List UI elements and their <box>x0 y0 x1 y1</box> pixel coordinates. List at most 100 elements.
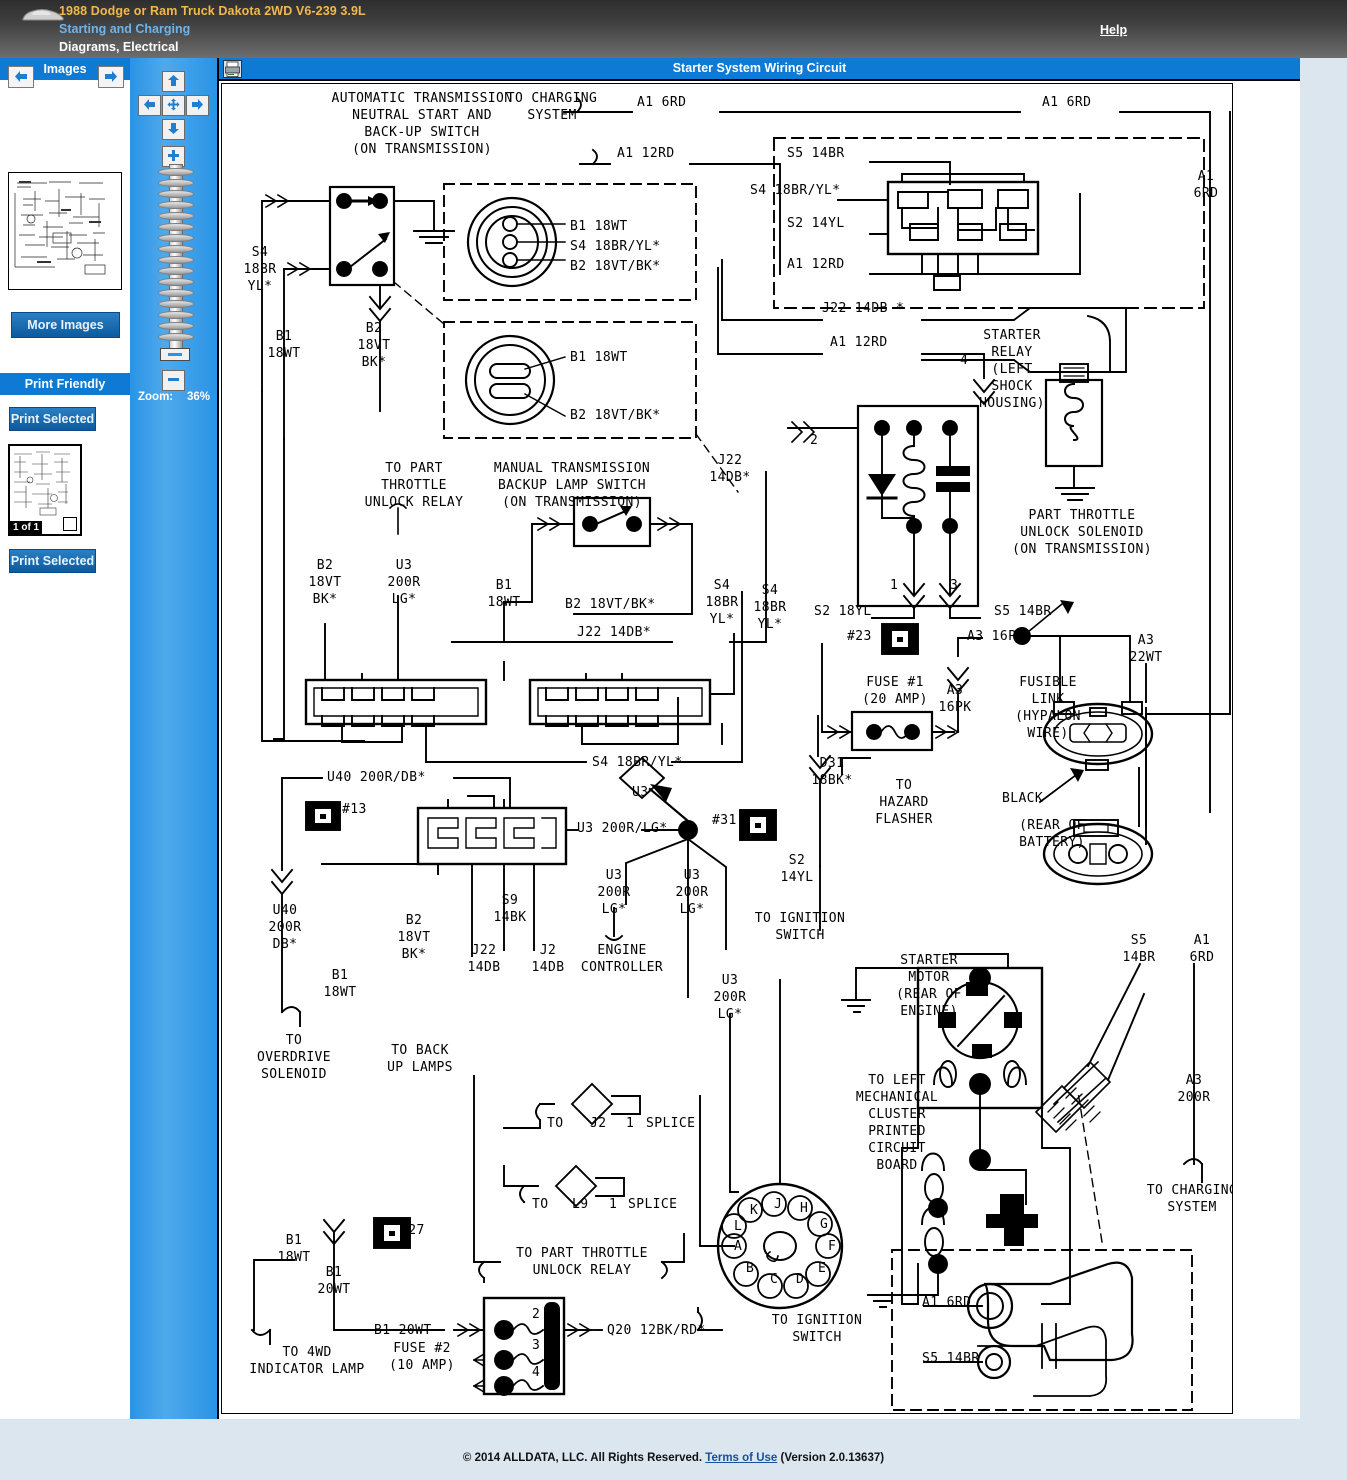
ground-27: #27 <box>400 1223 425 1238</box>
svg-text:TO CHARGING: TO CHARGING <box>1147 1183 1232 1198</box>
s2-14yl-relay-box: S2 14YL <box>787 216 845 231</box>
svg-text:ENGINE: ENGINE <box>597 943 646 958</box>
svg-text:TO: TO <box>286 1033 302 1048</box>
svg-text:B2 18VT/BK*: B2 18VT/BK* <box>570 408 661 423</box>
svg-text:B1: B1 <box>332 968 348 983</box>
copyright-text: © 2014 ALLDATA, LLC. All Rights Reserved… <box>463 1452 702 1464</box>
svg-text:A1: A1 <box>1198 169 1214 184</box>
svg-text:U3: U3 <box>684 868 700 883</box>
help-link[interactable]: Help <box>1100 23 1127 37</box>
svg-text:S2 18YL: S2 18YL <box>814 604 872 619</box>
relay-pin-4: 4 <box>960 353 968 368</box>
svg-text:G: G <box>820 1217 828 1232</box>
svg-text:MOTOR: MOTOR <box>908 970 949 985</box>
svg-text:SYSTEM: SYSTEM <box>1167 1200 1216 1215</box>
manual-trans-backup-switch-title: MANUAL TRANSMISSIONBACKUP LAMP SWITCH(ON… <box>494 461 650 510</box>
previous-image-button[interactable] <box>8 66 34 88</box>
svg-text:S4: S4 <box>762 583 778 598</box>
svg-text:B1: B1 <box>286 1233 302 1248</box>
svg-text:C: C <box>770 1272 778 1287</box>
svg-text:TO BACK: TO BACK <box>391 1043 449 1058</box>
svg-text:S5 14BR: S5 14BR <box>922 1351 980 1366</box>
next-image-button[interactable] <box>98 66 124 88</box>
svg-text:A3: A3 <box>1138 633 1154 648</box>
pan-right-button[interactable] <box>186 95 209 116</box>
svg-text:(10 AMP): (10 AMP) <box>389 1358 455 1373</box>
svg-text:14DB*: 14DB* <box>709 470 750 485</box>
terms-of-use-link[interactable]: Terms of Use <box>705 1452 777 1464</box>
svg-text:FUSE #1: FUSE #1 <box>866 675 924 690</box>
svg-text:18VT: 18VT <box>358 338 391 353</box>
wiring-diagram-svg: AUTOMATIC TRANSMISSIONNEUTRAL START ANDB… <box>222 84 1232 1413</box>
svg-text:UP LAMPS: UP LAMPS <box>387 1060 453 1075</box>
svg-text:BATTERY): BATTERY) <box>1019 835 1085 850</box>
print-thumbnail[interactable]: 1 of 1 <box>8 444 82 536</box>
svg-text:200R: 200R <box>598 885 631 900</box>
print-selected-button-bottom[interactable]: Print Selected <box>9 549 96 573</box>
svg-text:18BR: 18BR <box>754 600 787 615</box>
ign-pin-E: E <box>818 1261 826 1276</box>
conn1-b1-18wt: B1 18WT <box>570 219 628 234</box>
svg-text:J2: J2 <box>590 1116 606 1131</box>
image-thumbnail-large[interactable] <box>8 172 122 290</box>
svg-text:LG*: LG* <box>392 592 417 607</box>
more-images-button[interactable]: More Images <box>11 312 120 338</box>
conn2-b1-18wt: B1 18WT <box>570 350 628 365</box>
b2-18vtbk-switch: B2 18VT/BK* <box>565 597 656 612</box>
svg-text:OVERDRIVE: OVERDRIVE <box>257 1050 331 1065</box>
svg-text:WIRE): WIRE) <box>1027 726 1068 741</box>
subsection-name: Diagrams, Electrical <box>59 38 366 56</box>
svg-text:B2: B2 <box>366 321 382 336</box>
svg-text:LG*: LG* <box>718 1007 743 1022</box>
svg-text:RELAY: RELAY <box>991 345 1032 360</box>
svg-text:S4 18BR/YL*: S4 18BR/YL* <box>570 239 661 254</box>
svg-text:2: 2 <box>810 433 818 448</box>
svg-text:CIRCUIT: CIRCUIT <box>868 1141 926 1156</box>
u40-200r-db-lower: U40200RDB* <box>269 903 302 952</box>
svg-text:SWITCH: SWITCH <box>775 928 824 943</box>
svg-text:4: 4 <box>532 1365 540 1380</box>
svg-text:U3: U3 <box>722 973 738 988</box>
svg-text:TO LEFT: TO LEFT <box>868 1073 926 1088</box>
pan-center-button[interactable] <box>162 95 185 116</box>
svg-text:(20 AMP): (20 AMP) <box>862 692 928 707</box>
part-throttle-unlock-solenoid-caption: PART THROTTLEUNLOCK SOLENOID(ON TRANSMIS… <box>1012 508 1152 557</box>
q20-12bk-rd: Q20 12BK/RD* <box>607 1323 706 1338</box>
svg-text:200R: 200R <box>269 920 302 935</box>
svg-text:ENGINE): ENGINE) <box>900 1004 958 1019</box>
svg-text:CONTROLLER: CONTROLLER <box>581 960 663 975</box>
svg-text:14YL: 14YL <box>781 870 814 885</box>
svg-text:B1 18WT: B1 18WT <box>570 350 628 365</box>
svg-text:L9: L9 <box>572 1197 588 1212</box>
zoom-slider-thumb[interactable] <box>160 348 190 361</box>
svg-text:14DB: 14DB <box>532 960 565 975</box>
svg-text:200R: 200R <box>388 575 421 590</box>
s5-14br-relay-box: S5 14BR <box>787 146 845 161</box>
svg-text:18VT: 18VT <box>309 575 342 590</box>
svg-text:YL*: YL* <box>758 617 783 632</box>
svg-text:BACK-UP SWITCH: BACK-UP SWITCH <box>364 125 479 140</box>
relay-pin-1: 1 <box>890 578 898 593</box>
svg-text:FLASHER: FLASHER <box>875 812 933 827</box>
relay-pin-2: 2 <box>810 433 818 448</box>
print-friendly-panel-title: Print Friendly <box>0 373 130 395</box>
app-header: 1988 Dodge or Ram Truck Dakota 2WD V6-23… <box>0 0 1347 58</box>
svg-text:L: L <box>734 1219 742 1234</box>
svg-text:BK*: BK* <box>402 947 427 962</box>
svg-text:SYSTEM: SYSTEM <box>527 108 576 123</box>
print-selected-button-top[interactable]: Print Selected <box>9 407 96 431</box>
svg-text:Q20 12BK/RD*: Q20 12BK/RD* <box>607 1323 706 1338</box>
print-select-checkbox[interactable] <box>63 517 77 531</box>
pan-down-button[interactable] <box>162 119 185 140</box>
svg-text:LINK: LINK <box>1032 692 1065 707</box>
pan-up-button[interactable] <box>162 71 185 92</box>
pan-left-button[interactable] <box>138 95 161 116</box>
svg-text:B2: B2 <box>317 558 333 573</box>
svg-text:A1 12RD: A1 12RD <box>787 257 845 272</box>
svg-text:STARTER: STARTER <box>900 953 958 968</box>
wiring-diagram-canvas[interactable]: AUTOMATIC TRANSMISSIONNEUTRAL START ANDB… <box>221 83 1233 1414</box>
svg-text:MECHANICAL: MECHANICAL <box>856 1090 938 1105</box>
zoom-out-button[interactable] <box>162 370 185 391</box>
svg-text:(ON TRANSMISSION): (ON TRANSMISSION) <box>502 495 642 510</box>
svg-text:S5 14BR: S5 14BR <box>994 604 1052 619</box>
